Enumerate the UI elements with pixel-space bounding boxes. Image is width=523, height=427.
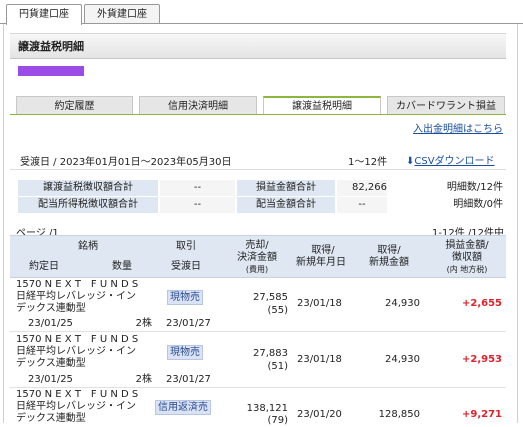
header-acq-date: 新規年月日 [296, 257, 346, 268]
brand-name: 1570 N E X T F U N D S [16, 389, 139, 400]
brand-name: 日経平均レバレッジ・イン [16, 401, 136, 412]
summary-label: 配当所得税徴収額合計 [18, 197, 158, 213]
csv-link-text: CSVダウンロード [414, 156, 495, 167]
redacted-account-number [18, 66, 84, 76]
settle-date: 23/01/27 [166, 318, 211, 329]
header-qty: 数量 [112, 261, 132, 272]
summary-value: -- [160, 180, 235, 196]
sale-amount: 27,883 [253, 348, 288, 359]
brand-name: 日経平均レバレッジ・イン [16, 346, 136, 357]
header-sale: 売却/ [245, 240, 269, 251]
tab-contract-history[interactable]: 約定履歴 [16, 96, 133, 115]
summary-value: 82,266 [337, 180, 387, 196]
tab-covered-warrant[interactable]: カバードワラント損益 [387, 96, 505, 115]
acq-date: 23/01/18 [297, 354, 342, 365]
trade-type-button[interactable]: 現物売 [167, 290, 203, 305]
csv-download-link[interactable]: ⬇CSVダウンロード [406, 152, 495, 167]
acq-date: 23/01/18 [297, 298, 342, 309]
tab-label: 外貨建口座 [97, 9, 147, 20]
sale-cost: (55) [267, 305, 288, 316]
brand-name: 1570 N E X T F U N D S [16, 279, 139, 290]
quantity: 2株 [135, 374, 152, 385]
profit-loss: +9,271 [461, 409, 502, 420]
contract-date: 23/01/25 [28, 318, 73, 329]
brand-name: デックス連動型 [16, 358, 86, 369]
sale-amount: 27,585 [253, 292, 288, 303]
sale-cost: (51) [267, 361, 288, 372]
brand-name: デックス連動型 [16, 413, 86, 424]
summary-label: 譲渡益税徴収額合計 [18, 180, 158, 196]
brand-name: デックス連動型 [16, 303, 86, 314]
tab-margin-settlement[interactable]: 信用決済明細 [139, 96, 257, 115]
summary-row: 譲渡益税徴収額合計 -- 損益金額合計 82,266 明細数/12件 [18, 180, 503, 196]
contract-date: 23/01/25 [28, 374, 73, 385]
profit-loss: +2,655 [461, 298, 502, 309]
summary-label: 配当金額合計 [237, 197, 335, 213]
header-acq-amount: 新規金額 [369, 257, 409, 268]
row-divider [10, 387, 506, 388]
tab-capital-gains-tax[interactable]: 譲渡益税明細 [263, 96, 381, 115]
settle-date: 23/01/27 [166, 374, 211, 385]
quantity: 2株 [135, 318, 152, 329]
header-contract-date: 約定日 [29, 261, 59, 272]
trade-type-button[interactable]: 信用返済売 [155, 400, 211, 415]
tab-yen-account[interactable]: 円貨建口座 [6, 4, 82, 25]
header-settle-date: 受渡日 [171, 261, 201, 272]
summary-row: 配当所得税徴収額合計 -- 配当金額合計 -- 明細数/0件 [18, 197, 503, 213]
tab-underline [10, 114, 506, 115]
deposit-history-link[interactable]: 入出金明細はこちら [413, 120, 503, 135]
summary-value: -- [160, 197, 235, 213]
header-pl: 徴収額 [452, 252, 482, 263]
summary-count: 明細数/0件 [453, 199, 503, 210]
header-pl: 損益金額/ [445, 240, 489, 251]
acq-amount: 24,930 [385, 354, 420, 365]
trade-type-button[interactable]: 現物売 [167, 345, 203, 360]
summary-count: 明細数/12件 [446, 182, 503, 193]
header-pl-local-tax: (内 地方税) [446, 265, 488, 274]
header-acq-date: 取得/ [311, 245, 335, 256]
period-label: 受渡日 / 2023年01月01日〜2023年05月30日 [20, 157, 232, 168]
header-brand: 銘柄 [78, 241, 98, 252]
header-acq-amount: 取得/ [377, 245, 401, 256]
sale-amount: 138,121 [246, 403, 288, 414]
header-sale: 決済金額 [237, 252, 277, 263]
brand-name: 1570 N E X T F U N D S [16, 334, 139, 345]
divider [10, 169, 506, 170]
acq-amount: 128,850 [378, 409, 420, 420]
header-trade: 取引 [176, 241, 196, 252]
tab-foreign-account[interactable]: 外貨建口座 [84, 4, 160, 24]
page-title: 譲渡益税明細 [10, 33, 506, 59]
acq-amount: 24,930 [385, 298, 420, 309]
tab-label: 円貨建口座 [19, 9, 69, 20]
summary-value: -- [337, 197, 387, 213]
summary-label: 損益金額合計 [237, 180, 335, 196]
header-sale-cost: (費用) [245, 265, 269, 274]
brand-name: 日経平均レバレッジ・イン [16, 291, 136, 302]
row-divider [10, 331, 506, 332]
profit-loss: +2,953 [461, 354, 502, 365]
acq-date: 23/01/20 [297, 409, 342, 420]
sale-cost: (79) [267, 415, 288, 426]
result-count: 1〜12件 [348, 157, 388, 168]
